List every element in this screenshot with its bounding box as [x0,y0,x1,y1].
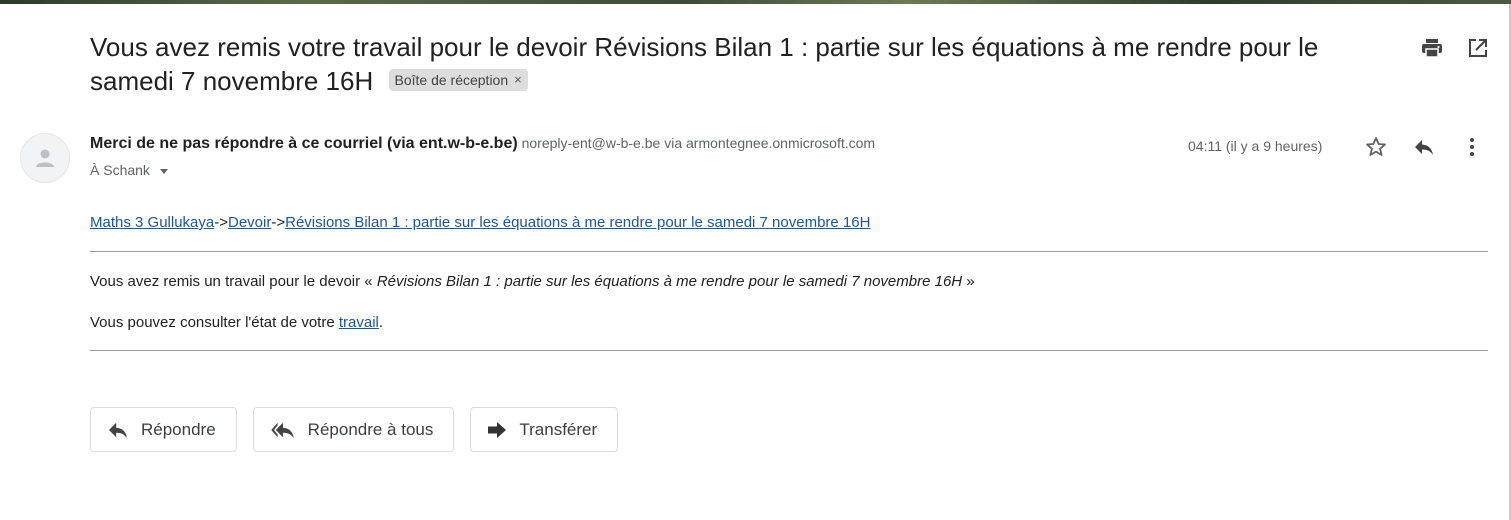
inbox-label-chip[interactable]: Boîte de réception × [388,69,528,91]
sender-email: noreply-ent@w-b-e.be [521,135,661,151]
window-top-strip [0,0,1511,4]
breadcrumb-course-link[interactable]: Maths 3 Gullukaya [90,214,214,231]
remove-label-icon[interactable]: × [514,71,522,89]
reply-button-row: Répondre Répondre à tous Transférer [90,407,619,452]
breadcrumb: Maths 3 Gullukaya->Devoir->Révisions Bil… [90,214,1488,231]
sender-line: Merci de ne pas répondre à ce courriel (… [90,135,875,153]
print-icon[interactable] [1420,36,1444,60]
reply-button-label: Répondre [141,419,216,439]
recipient-text: À Schank [90,162,150,178]
travail-link[interactable]: travail [339,314,379,331]
forward-button[interactable]: Transférer [470,407,619,452]
reply-button[interactable]: Répondre [90,407,237,452]
forward-arrow-icon [488,421,507,438]
reply-all-button[interactable]: Répondre à tous [252,407,455,452]
message-actions [1364,135,1484,159]
open-in-new-window-icon[interactable] [1466,36,1490,60]
subject-actions [1420,36,1490,60]
message-line-1-suffix: » [962,273,975,290]
divider [90,350,1488,351]
message-line-1-prefix: Vous avez remis un travail pour le devoi… [90,273,377,290]
via-domain: armontegnee.onmicrosoft.com [686,135,876,151]
reply-icon[interactable] [1412,135,1436,159]
assignment-title: Révisions Bilan 1 : partie sur les équat… [376,273,963,290]
message-line-2-suffix: . [378,314,384,331]
more-options-icon[interactable] [1460,135,1484,159]
message-line-2: Vous pouvez consulter l'état de votre tr… [90,314,1488,331]
received-time: 04:11 (il y a 9 heures) [1188,138,1323,154]
breadcrumb-assignment-link[interactable]: Révisions Bilan 1 : partie sur les équat… [285,214,870,231]
chevron-down-icon [159,168,168,174]
star-icon[interactable] [1364,135,1388,159]
message-line-2-prefix: Vous pouvez consulter l'état de votre [90,314,339,331]
via-link[interactable]: via [664,135,682,151]
recipient-dropdown[interactable]: À Schank [90,162,168,178]
email-subject: Vous avez remis votre travail pour le de… [90,30,1390,98]
reply-icon [109,422,127,438]
reply-all-icon [270,422,294,438]
subject-text: Vous avez remis votre travail pour le de… [90,32,1319,96]
sender-name[interactable]: Merci de ne pas répondre à ce courriel (… [90,135,518,152]
sender-avatar[interactable] [20,133,70,183]
breadcrumb-separator: -> [271,214,286,231]
reply-all-button-label: Répondre à tous [307,419,434,439]
breadcrumb-separator: -> [214,214,228,231]
inbox-label-text: Boîte de réception [394,72,509,88]
divider [90,251,1488,252]
forward-button-label: Transférer [519,419,598,439]
breadcrumb-section-link[interactable]: Devoir [228,214,271,231]
person-icon [36,149,54,167]
message-line-1: Vous avez remis un travail pour le devoi… [90,273,1488,290]
